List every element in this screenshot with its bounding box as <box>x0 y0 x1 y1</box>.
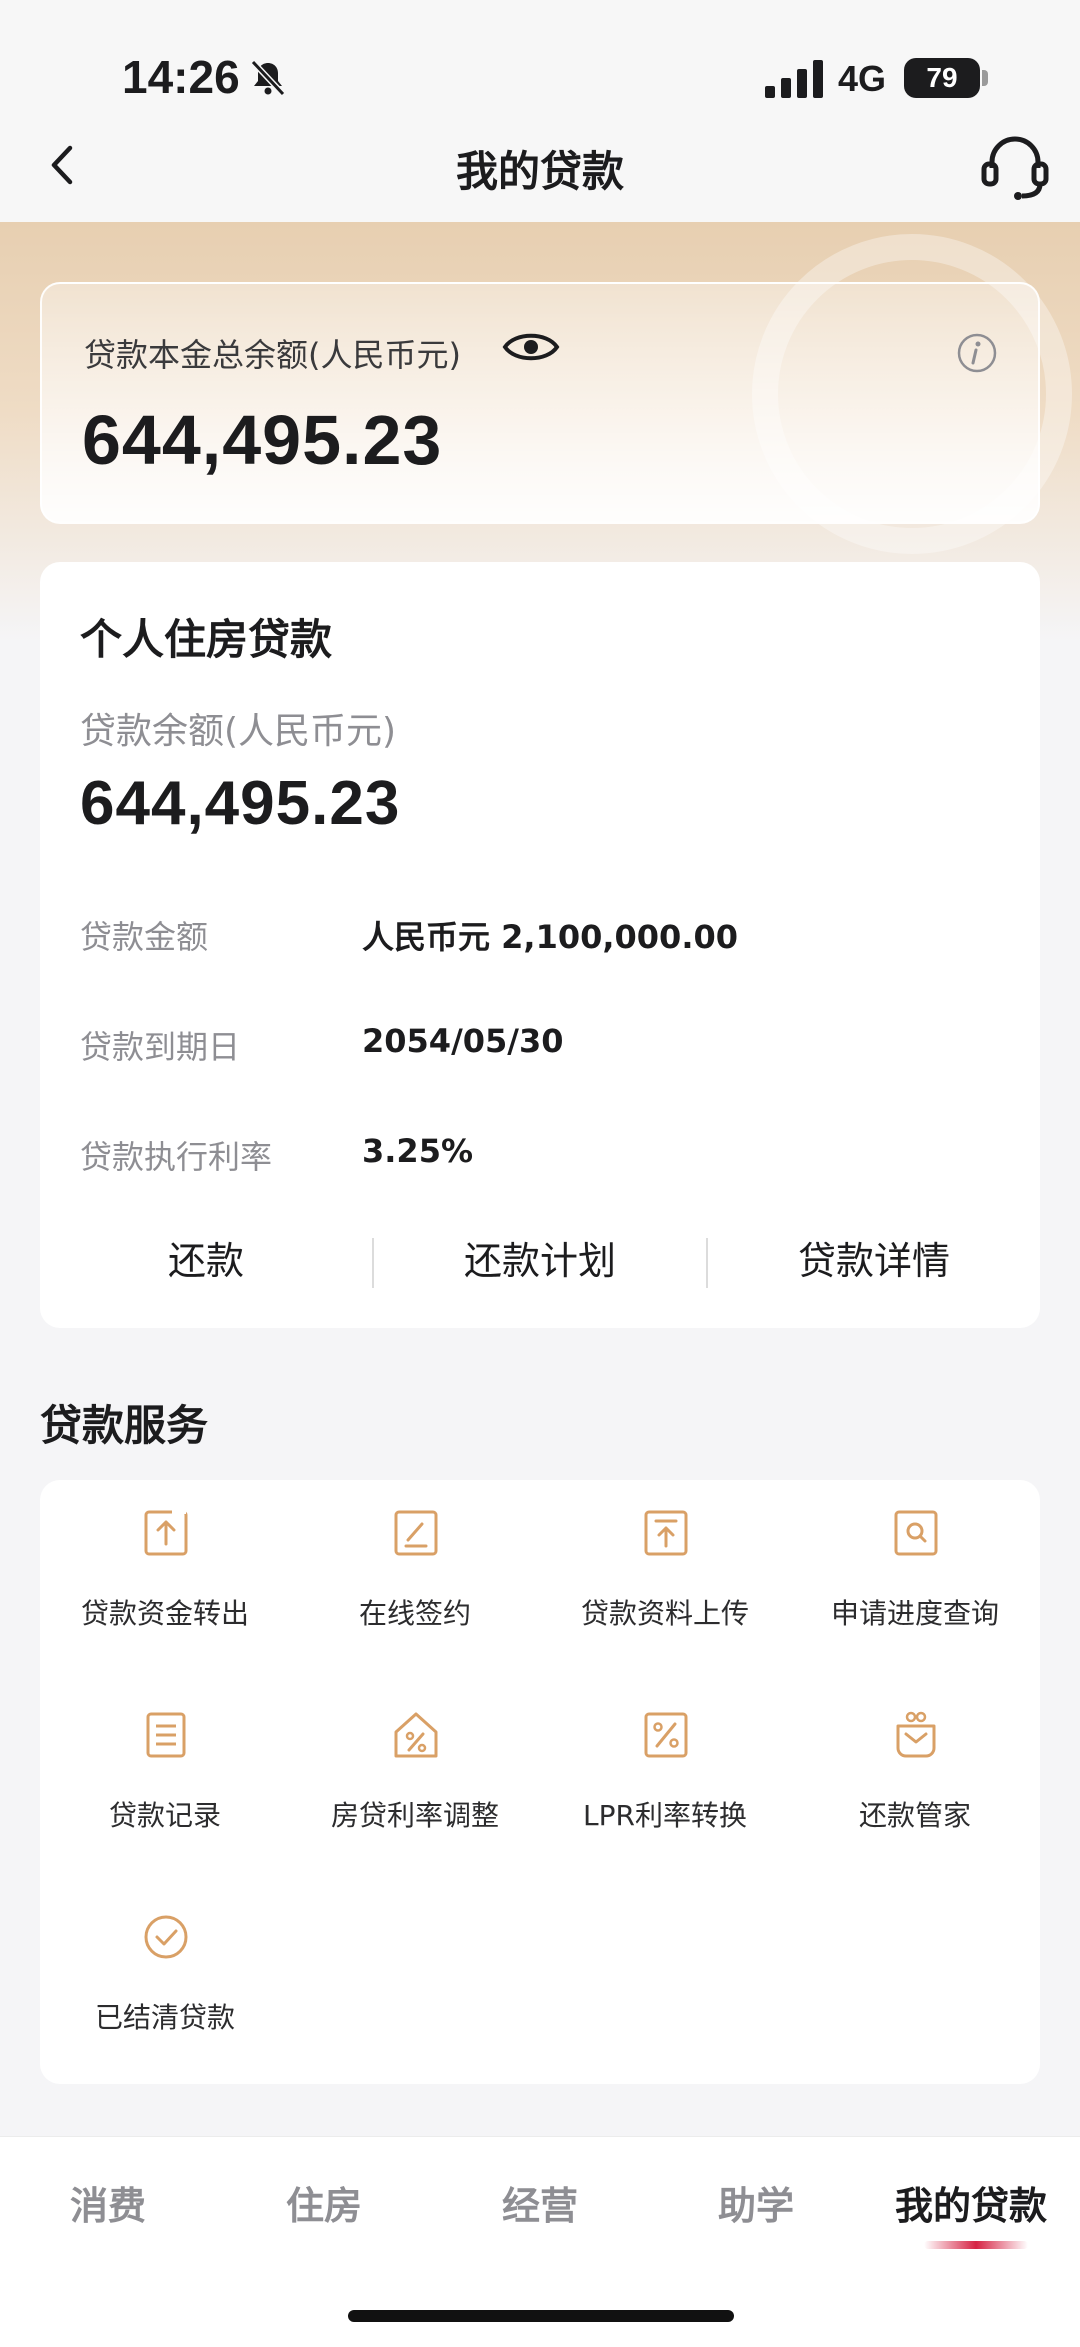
loan-balance: 644,495.23 <box>80 769 401 838</box>
eye-icon[interactable] <box>502 326 560 368</box>
house-rate-icon <box>394 1712 438 1758</box>
transfer-out-icon <box>144 1510 188 1556</box>
check-circle-icon <box>144 1915 188 1959</box>
page-title: 我的贷款 <box>455 147 624 196</box>
service-mortgage-rate-adjust[interactable]: 房贷利率调整 <box>290 1682 540 1832</box>
info-icon[interactable] <box>956 332 998 374</box>
service-label: 贷款记录 <box>108 1799 221 1832</box>
nav-bar: 我的贷款 <box>0 110 1080 222</box>
services-grid: 贷款资金转出 在线签约 贷款资料上传 申请进度查询 贷款记录 房贷利率调整 LP… <box>40 1480 1040 2084</box>
service-online-sign[interactable]: 在线签约 <box>290 1480 540 1630</box>
detail-value: 3.25% <box>362 1132 474 1170</box>
summary-amount: 644,495.23 <box>82 401 443 479</box>
butler-icon <box>896 1711 936 1758</box>
upload-icon <box>644 1510 688 1556</box>
battery-cap <box>982 70 988 86</box>
service-label: 申请进度查询 <box>830 1597 999 1630</box>
loan-title: 个人住房贷款 <box>80 615 333 664</box>
service-transfer-out[interactable]: 贷款资金转出 <box>40 1480 290 1630</box>
loan-card[interactable]: 个人住房贷款 贷款余额(人民币元) 644,495.23 贷款金额 人民币元 2… <box>40 562 1040 1328</box>
percent-icon <box>644 1712 688 1758</box>
summary-card: 贷款本金总余额(人民币元) 644,495.23 <box>40 282 1040 524</box>
tab-student[interactable]: 助学 <box>718 2175 794 2230</box>
service-settled-loans[interactable]: 已结清贷款 <box>40 1884 290 2034</box>
home-indicator[interactable] <box>348 2310 734 2322</box>
service-label: 已结清贷款 <box>94 2001 235 2034</box>
detail-value: 2054/05/30 <box>362 1022 564 1060</box>
service-label: 贷款资料上传 <box>580 1597 749 1630</box>
summary-label: 贷款本金总余额(人民币元) <box>84 336 461 374</box>
service-label: 还款管家 <box>858 1799 971 1832</box>
tab-consumption[interactable]: 消费 <box>70 2175 146 2230</box>
service-progress-query[interactable]: 申请进度查询 <box>790 1480 1040 1630</box>
tab-business[interactable]: 经营 <box>502 2175 578 2230</box>
detail-label: 贷款金额 <box>80 918 209 956</box>
tab-my-loans[interactable]: 我的贷款 <box>895 2175 1047 2230</box>
tab-housing[interactable]: 住房 <box>286 2175 362 2230</box>
repay-button[interactable]: 还款 <box>40 1234 372 1294</box>
services-title: 贷款服务 <box>40 1401 209 1450</box>
detail-value: 人民币元 2,100,000.00 <box>362 918 739 956</box>
service-label: 房贷利率调整 <box>330 1799 499 1832</box>
active-tab-indicator <box>924 2241 1028 2249</box>
bell-muted-icon <box>250 59 286 97</box>
service-label: 在线签约 <box>358 1597 471 1630</box>
sign-icon <box>394 1510 438 1556</box>
search-doc-icon <box>894 1510 938 1556</box>
service-label: 贷款资金转出 <box>80 1597 249 1630</box>
service-repayment-butler[interactable]: 还款管家 <box>790 1682 1040 1832</box>
service-label: LPR利率转换 <box>583 1799 747 1832</box>
repayment-plan-button[interactable]: 还款计划 <box>374 1234 706 1294</box>
loan-details-button[interactable]: 贷款详情 <box>708 1234 1040 1294</box>
customer-service-icon[interactable] <box>978 132 1052 202</box>
battery-icon: 79 <box>904 58 980 98</box>
network-type: 4G <box>838 58 887 99</box>
record-icon <box>146 1712 186 1758</box>
service-loan-record[interactable]: 贷款记录 <box>40 1682 290 1832</box>
service-lpr-convert[interactable]: LPR利率转换 <box>540 1682 790 1832</box>
loan-actions: 还款 还款计划 贷款详情 <box>40 1234 1040 1294</box>
detail-label: 贷款执行利率 <box>80 1138 273 1176</box>
signal-icon <box>765 60 823 98</box>
loan-balance-label: 贷款余额(人民币元) <box>80 711 397 752</box>
status-time: 14:26 <box>122 51 240 103</box>
service-upload[interactable]: 贷款资料上传 <box>540 1480 790 1630</box>
detail-label: 贷款到期日 <box>80 1028 241 1066</box>
